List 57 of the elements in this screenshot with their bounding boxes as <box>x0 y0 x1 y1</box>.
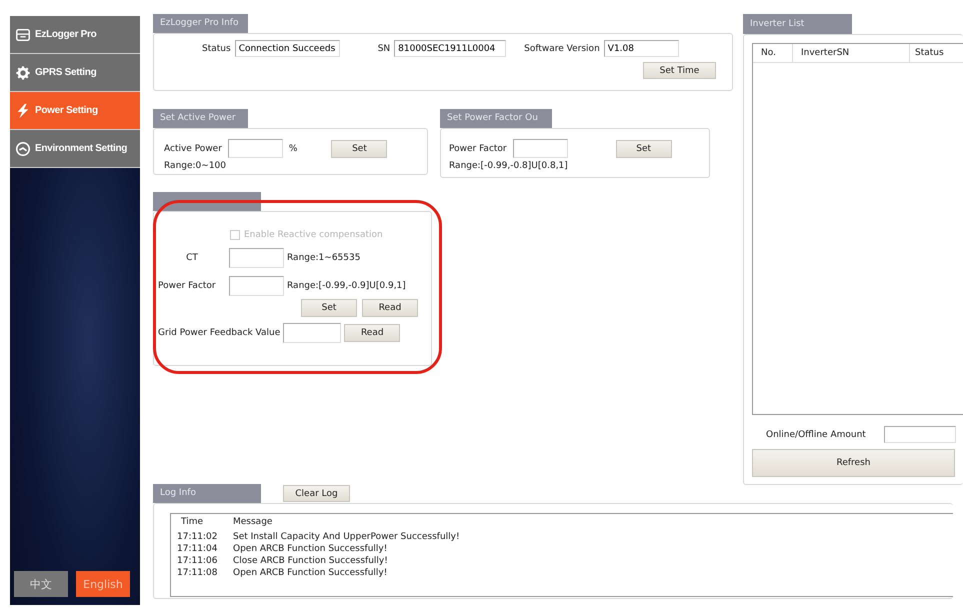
set-time-button[interactable]: Set Time <box>643 62 716 79</box>
field-label: Power Factor <box>158 281 217 291</box>
column-header: Time <box>180 516 204 528</box>
panel-title: Set Power Factor Ou <box>440 109 552 128</box>
read-button[interactable]: Read <box>344 324 400 342</box>
field-label: Online/Offline Amount <box>766 430 867 440</box>
lightning-icon <box>15 102 31 118</box>
checkbox-label: Enable Reactive compensation <box>244 230 383 240</box>
time-cell-text: 17:11:04 <box>177 543 218 555</box>
panel-title: Set Active Power <box>153 109 248 128</box>
range-label: Range:1~65535 <box>287 253 360 263</box>
set-button[interactable]: Set <box>331 140 388 158</box>
clear-log-button[interactable]: Clear Log <box>283 485 350 502</box>
gear-icon <box>15 64 31 80</box>
input-field[interactable]: 81000SEC1911L0004 <box>394 40 506 57</box>
sidebar-item[interactable]: EzLogger Pro <box>10 16 140 54</box>
input-field[interactable] <box>229 248 284 268</box>
input-field[interactable] <box>884 426 956 443</box>
input-field[interactable]: V1.08 <box>604 40 679 57</box>
input-field[interactable] <box>228 139 283 158</box>
time-cell-text: 17:11:06 <box>177 555 218 567</box>
set-button[interactable]: Set <box>616 140 672 158</box>
message-cell: Set Install Capacity And UpperPower Successfully! <box>233 531 460 543</box>
sidebar-item[interactable]: GPRS Setting <box>10 54 140 92</box>
column-header: Status <box>914 47 944 60</box>
column-header: InverterSN <box>793 44 910 62</box>
panel-title: Inverter List <box>743 14 852 34</box>
time-cell-text: 17:11:08 <box>177 567 218 579</box>
refresh-button[interactable]: Refresh <box>752 449 955 477</box>
input-field[interactable] <box>229 276 284 296</box>
range-label: Range:[-0.99,-0.8]U[0.8,1] <box>449 161 569 171</box>
field-label: Grid Power Feedback Value <box>158 328 280 338</box>
message-cell: Open ARCB Function Successfully! <box>233 543 388 555</box>
message-cell: Close ARCB Function Successfully! <box>233 555 388 567</box>
range-label: Range:0~100 <box>164 161 228 171</box>
unit-label: % <box>288 144 298 154</box>
read-button[interactable]: Read <box>362 299 418 317</box>
field-label: Software Version <box>524 44 600 54</box>
input-field[interactable] <box>283 323 342 343</box>
range-label: Range:[-0.99,-0.9]U[0.9,1] <box>287 281 406 291</box>
set-button[interactable]: Set <box>301 299 357 317</box>
column-header: Message <box>233 516 272 528</box>
field-label: SN <box>378 44 390 54</box>
sidebar-item[interactable]: Environment Setting <box>10 130 140 168</box>
window-icon <box>15 26 31 42</box>
field-label: Status <box>202 44 231 54</box>
field-label: Active Power <box>164 144 222 154</box>
time-cell-text: 17:11:02 <box>177 531 218 543</box>
panel-title: Log Info <box>153 484 261 503</box>
input-field[interactable]: Connection Succeeds <box>234 40 340 57</box>
panel-title: EzLogger Pro Info <box>153 14 248 33</box>
message-cell: Open ARCB Function Successfully! <box>233 567 388 579</box>
field-label: CT <box>185 253 199 263</box>
field-label: Power Factor <box>449 144 507 154</box>
column-header: No. <box>753 44 793 62</box>
input-field[interactable] <box>512 139 568 158</box>
gauge-icon <box>15 140 31 156</box>
